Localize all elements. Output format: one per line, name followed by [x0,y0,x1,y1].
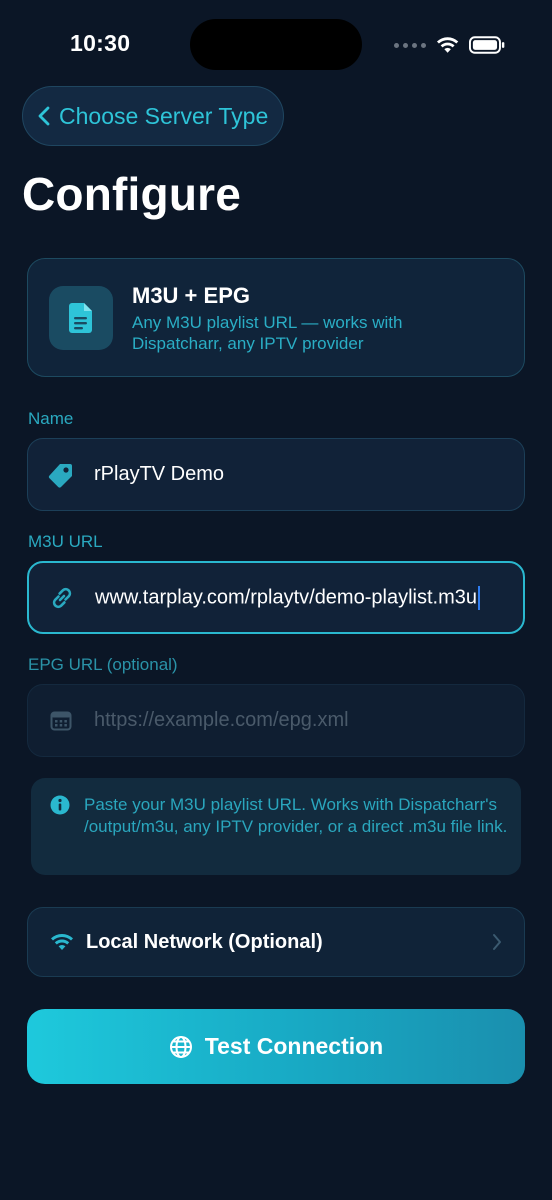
tag-icon [48,463,72,488]
info-box: Paste your M3U playlist URL. Works with … [31,778,521,875]
m3u-url-field[interactable]: www.tarplay.com/rplaytv/demo-playlist.m3… [27,561,525,634]
server-type-title: M3U + EPG [132,283,250,308]
battery-icon [469,36,505,54]
calendar-icon [50,711,72,730]
page-title: Configure [22,168,241,220]
chevron-left-icon [38,106,50,126]
epg-url-placeholder: https://example.com/epg.xml [94,709,349,731]
m3u-url-label: M3U URL [28,532,103,551]
chevron-right-icon [493,934,501,950]
test-connection-button[interactable]: Test Connection [27,1009,525,1084]
name-label: Name [28,409,74,428]
epg-url-label: EPG URL (optional) [28,655,178,674]
name-value: rPlayTV Demo [94,463,225,485]
status-time: 10:30 [70,30,131,56]
text-cursor [477,585,480,610]
server-type-icon-tile [49,286,113,350]
server-type-description: Any M3U playlist URL — works with Dispat… [132,313,403,353]
local-network-row[interactable]: Local Network (Optional) [27,907,525,977]
server-type-card[interactable]: M3U + EPG Any M3U playlist URL — works w… [27,258,525,377]
globe-icon [169,1035,192,1058]
info-text: Paste your M3U playlist URL. Works with … [84,795,508,836]
epg-url-field[interactable]: https://example.com/epg.xml [27,684,525,757]
wifi-icon [51,934,73,950]
link-icon [52,587,72,608]
cellular-signal-icon [394,42,426,48]
document-icon [69,303,92,333]
wifi-status-icon [436,37,459,53]
local-network-label: Local Network (Optional) [86,930,323,953]
info-icon [50,795,70,815]
test-connection-label: Test Connection [204,1033,384,1059]
back-button-label: Choose Server Type [59,102,269,129]
m3u-url-value: www.tarplay.com/rplaytv/demo-playlist.m3… [95,585,480,610]
back-button[interactable]: Choose Server Type [22,86,284,146]
status-icons [394,34,506,56]
dynamic-island [190,19,362,70]
name-field[interactable]: rPlayTV Demo [27,438,525,511]
